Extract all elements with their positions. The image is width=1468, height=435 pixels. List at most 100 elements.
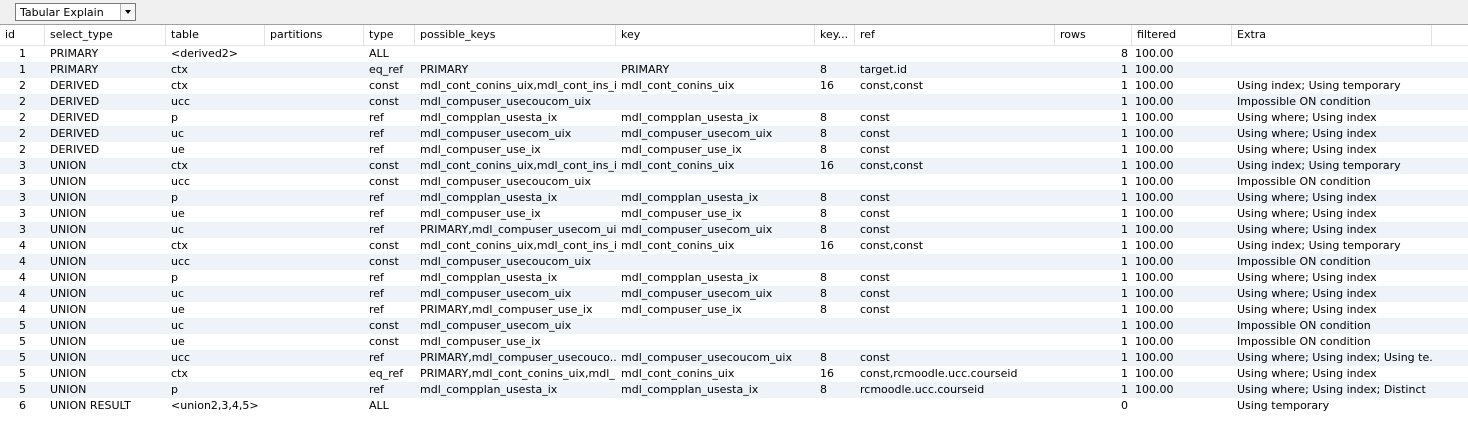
- table-row[interactable]: 5 UNION ue const mdl_compuser_use_ix 1 100.00 I…: [0, 334, 1468, 350]
- cell-id[interactable]: 5: [0, 334, 45, 350]
- table-row[interactable]: 5 UNION ucc ref PRIMARY,mdl_compuser_usecouc…: [0, 350, 1468, 366]
- cell-select-type[interactable]: UNION: [45, 382, 166, 398]
- column-header-type[interactable]: type: [364, 25, 415, 45]
- cell-filtered[interactable]: 100.00: [1132, 158, 1232, 174]
- cell-rows[interactable]: 1: [1055, 126, 1132, 142]
- column-header-filtered[interactable]: filtered: [1132, 25, 1232, 45]
- cell-type[interactable]: ref: [364, 270, 415, 286]
- cell-id[interactable]: 2: [0, 126, 45, 142]
- table-row[interactable]: 5 UNION ctx eq_ref PRIMARY,mdl_cont_conins_u…: [0, 366, 1468, 382]
- cell-extra[interactable]: Impossible ON condition: [1232, 174, 1432, 190]
- cell-type[interactable]: ref: [364, 142, 415, 158]
- cell-ref[interactable]: const,const: [855, 238, 1055, 254]
- cell-key-len[interactable]: 16: [815, 158, 855, 174]
- table-row[interactable]: 2 DERIVED p ref mdl_compplan_usesta_ix mdl_co…: [0, 110, 1468, 126]
- cell-ref[interactable]: const: [855, 110, 1055, 126]
- cell-table[interactable]: ucc: [166, 254, 265, 270]
- column-header-partitions[interactable]: partitions: [265, 25, 364, 45]
- cell-id[interactable]: 2: [0, 142, 45, 158]
- cell-type[interactable]: ref: [364, 206, 415, 222]
- cell-rows[interactable]: 1: [1055, 110, 1132, 126]
- cell-rows[interactable]: 1: [1055, 382, 1132, 398]
- cell-partitions[interactable]: [265, 62, 364, 78]
- cell-filtered[interactable]: 100.00: [1132, 318, 1232, 334]
- cell-extra[interactable]: Using where; Using index: [1232, 110, 1432, 126]
- cell-rows[interactable]: 1: [1055, 142, 1132, 158]
- cell-rows[interactable]: 1: [1055, 206, 1132, 222]
- cell-key-len[interactable]: 8: [815, 142, 855, 158]
- cell-partitions[interactable]: [265, 286, 364, 302]
- cell-table[interactable]: uc: [166, 222, 265, 238]
- cell-id[interactable]: 6: [0, 398, 45, 414]
- column-header-possible-keys[interactable]: possible_keys: [415, 25, 616, 45]
- cell-select-type[interactable]: UNION: [45, 254, 166, 270]
- column-header-key[interactable]: key: [616, 25, 815, 45]
- cell-select-type[interactable]: UNION: [45, 238, 166, 254]
- cell-ref[interactable]: [855, 254, 1055, 270]
- cell-ref[interactable]: rcmoodle.ucc.courseid: [855, 382, 1055, 398]
- cell-ref[interactable]: const: [855, 270, 1055, 286]
- cell-rows[interactable]: 1: [1055, 222, 1132, 238]
- cell-possible-keys[interactable]: mdl_compuser_use_ix: [415, 206, 616, 222]
- cell-select-type[interactable]: UNION: [45, 350, 166, 366]
- cell-table[interactable]: uc: [166, 318, 265, 334]
- cell-key-len[interactable]: [815, 46, 855, 62]
- cell-id[interactable]: 5: [0, 382, 45, 398]
- cell-extra[interactable]: Using index; Using temporary: [1232, 158, 1432, 174]
- table-row[interactable]: 5 UNION uc const mdl_compuser_usecom_uix 1 100…: [0, 318, 1468, 334]
- cell-id[interactable]: 4: [0, 302, 45, 318]
- cell-possible-keys[interactable]: mdl_compplan_usesta_ix: [415, 190, 616, 206]
- chevron-down-icon[interactable]: [120, 4, 135, 20]
- cell-extra[interactable]: Using temporary: [1232, 398, 1432, 414]
- cell-partitions[interactable]: [265, 142, 364, 158]
- cell-partitions[interactable]: [265, 126, 364, 142]
- cell-possible-keys[interactable]: mdl_compuser_use_ix: [415, 334, 616, 350]
- cell-id[interactable]: 2: [0, 78, 45, 94]
- cell-key-len[interactable]: 16: [815, 238, 855, 254]
- table-row[interactable]: 2 DERIVED ucc const mdl_compuser_usecoucom_u…: [0, 94, 1468, 110]
- cell-filtered[interactable]: 100.00: [1132, 350, 1232, 366]
- cell-filtered[interactable]: 100.00: [1132, 254, 1232, 270]
- cell-extra[interactable]: Using where; Using index: [1232, 366, 1432, 382]
- cell-partitions[interactable]: [265, 254, 364, 270]
- cell-rows[interactable]: 1: [1055, 366, 1132, 382]
- cell-ref[interactable]: [855, 398, 1055, 414]
- cell-key-len[interactable]: 8: [815, 126, 855, 142]
- cell-key[interactable]: [616, 254, 815, 270]
- cell-type[interactable]: const: [364, 238, 415, 254]
- cell-filtered[interactable]: 100.00: [1132, 174, 1232, 190]
- table-row[interactable]: 1 PRIMARY ctx eq_ref PRIMARY PRIMARY 8 target.i…: [0, 62, 1468, 78]
- cell-select-type[interactable]: PRIMARY: [45, 46, 166, 62]
- cell-key[interactable]: mdl_compuser_usecom_uix: [616, 286, 815, 302]
- cell-rows[interactable]: 1: [1055, 78, 1132, 94]
- cell-id[interactable]: 3: [0, 190, 45, 206]
- cell-select-type[interactable]: UNION: [45, 318, 166, 334]
- cell-filtered[interactable]: [1132, 398, 1232, 414]
- table-row[interactable]: 3 UNION ctx const mdl_cont_conins_uix,mdl_co…: [0, 158, 1468, 174]
- cell-type[interactable]: ref: [364, 222, 415, 238]
- cell-select-type[interactable]: UNION: [45, 302, 166, 318]
- cell-type[interactable]: const: [364, 254, 415, 270]
- cell-ref[interactable]: const: [855, 206, 1055, 222]
- column-header-id[interactable]: id: [0, 25, 45, 45]
- cell-possible-keys[interactable]: PRIMARY: [415, 62, 616, 78]
- cell-ref[interactable]: const: [855, 286, 1055, 302]
- cell-key-len[interactable]: [815, 174, 855, 190]
- cell-rows[interactable]: 1: [1055, 334, 1132, 350]
- cell-partitions[interactable]: [265, 78, 364, 94]
- cell-key[interactable]: [616, 46, 815, 62]
- cell-id[interactable]: 4: [0, 254, 45, 270]
- cell-id[interactable]: 4: [0, 286, 45, 302]
- cell-ref[interactable]: const: [855, 142, 1055, 158]
- cell-key[interactable]: mdl_cont_conins_uix: [616, 158, 815, 174]
- cell-filtered[interactable]: 100.00: [1132, 190, 1232, 206]
- cell-key-len[interactable]: 8: [815, 222, 855, 238]
- cell-rows[interactable]: 1: [1055, 302, 1132, 318]
- cell-type[interactable]: eq_ref: [364, 62, 415, 78]
- cell-key-len[interactable]: 8: [815, 190, 855, 206]
- cell-key-len[interactable]: [815, 94, 855, 110]
- cell-id[interactable]: 1: [0, 62, 45, 78]
- cell-extra[interactable]: Using where; Using index; Distinct: [1232, 382, 1432, 398]
- cell-table[interactable]: ue: [166, 334, 265, 350]
- cell-key[interactable]: [616, 398, 815, 414]
